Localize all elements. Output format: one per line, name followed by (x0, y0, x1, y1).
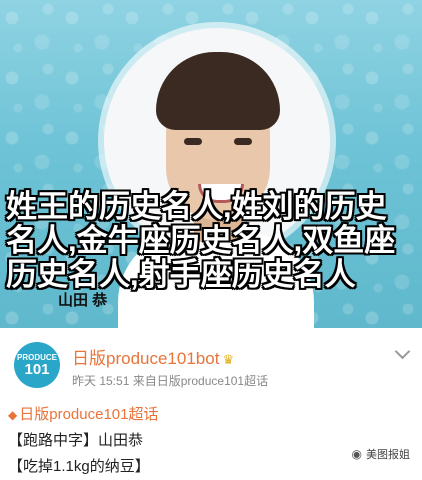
post-line-2: 【跑路中字】山田恭 (8, 432, 144, 449)
name-tag-english: YAMADA KYO (132, 291, 214, 303)
weibo-post: PRODUCE 101 日版produce101bot ♛ 昨天 15:51 来自… (0, 328, 422, 475)
logo-text-number: 101 (24, 361, 50, 378)
topic-label: 日版produce101超话 (19, 406, 159, 423)
post-line-3: 【吃掉1.1kg的纳豆】 (8, 458, 150, 475)
portrait-eye-left (184, 138, 202, 145)
crown-icon: ♛ (222, 352, 235, 367)
watermark-text: 美图报姐 (366, 449, 410, 461)
wechat-icon: ◉ (351, 447, 362, 461)
portrait-hair (156, 52, 280, 130)
produce101-logo-avatar[interactable]: PRODUCE 101 (14, 342, 60, 388)
author-label: 日版produce101bot (72, 349, 220, 368)
post-meta: 昨天 15:51 来自日版produce101超话 (72, 374, 269, 388)
author-name[interactable]: 日版produce101bot ♛ (72, 344, 234, 369)
diamond-icon: ◆ (8, 408, 18, 422)
headline-overlay: 姓王的历史名人,姓刘的历史名人,金牛座历史名人,双鱼座历史名人,射手座历史名人 (6, 189, 396, 292)
chevron-down-icon[interactable] (394, 343, 411, 360)
topic-link[interactable]: ◆ 日版produce101超话 (8, 402, 158, 428)
name-tag: 山田 恭 (58, 292, 108, 309)
watermark: ◉ 美图报姐 (352, 446, 410, 462)
post-body: ◆ 日版produce101超话 【跑路中字】山田恭 【吃掉1.1kg的纳豆】 (8, 402, 158, 480)
portrait-eye-right (234, 138, 252, 145)
